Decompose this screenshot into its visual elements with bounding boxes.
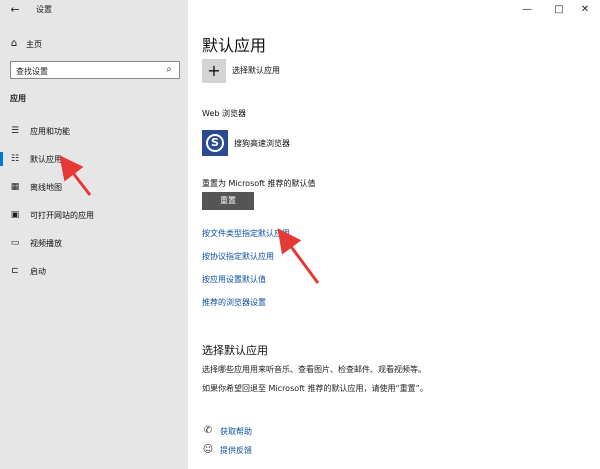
sidebar: ← 设置 ⌂ 主页 查找设置 ⌕ 应用 ☰ 应用和功能 ☷ 默认应用 ▦ 离线地…	[0, 0, 188, 469]
sidebar-item-label: 启动	[30, 266, 46, 276]
section-heading: 选择默认应用	[202, 344, 268, 357]
reset-description: 重置为 Microsoft 推荐的默认值	[202, 179, 316, 188]
sidebar-item-label: 默认应用	[30, 154, 62, 164]
link-by-protocol[interactable]: 按协议指定默认应用	[202, 251, 274, 262]
sidebar-item-startup[interactable]: ⊏ 启动	[0, 261, 188, 281]
feedback-icon: ☺	[202, 444, 214, 455]
sidebar-item-home[interactable]: ⌂ 主页	[8, 38, 42, 50]
help-icon: ✆	[203, 425, 213, 436]
feedback-link-label: 提供反馈	[220, 445, 252, 455]
help-link-label: 获取帮助	[220, 426, 252, 436]
give-feedback-link[interactable]: ☺ 提供反馈	[202, 444, 252, 456]
settings-window: ← 设置 ⌂ 主页 查找设置 ⌕ 应用 ☰ 应用和功能 ☷ 默认应用 ▦ 离线地…	[0, 0, 600, 469]
reset-button[interactable]: 重置	[202, 192, 254, 210]
sidebar-item-video-playback[interactable]: ▭ 视频播放	[0, 233, 188, 253]
sidebar-item-offline-maps[interactable]: ▦ 离线地图	[0, 177, 188, 197]
sidebar-item-apps-features[interactable]: ☰ 应用和功能	[0, 121, 188, 141]
maximize-icon[interactable]: □	[550, 2, 568, 18]
sidebar-item-label: 应用和功能	[30, 126, 70, 136]
web-apps-icon: ▣	[10, 210, 20, 220]
section-reset-note: 如果你希望回退至 Microsoft 推荐的默认应用，请使用“重置”。	[202, 384, 428, 393]
sidebar-item-label: 可打开网站的应用	[30, 210, 94, 220]
close-icon[interactable]: ✕	[576, 2, 594, 18]
web-browser-selector[interactable]: S 搜狗高速浏览器	[202, 130, 290, 156]
selection-indicator	[0, 152, 3, 166]
window-title: 设置	[36, 5, 52, 14]
sidebar-item-web-apps[interactable]: ▣ 可打开网站的应用	[0, 205, 188, 225]
search-input-value: 查找设置	[16, 67, 48, 76]
choose-default-app-button[interactable]: + 选择默认应用	[202, 59, 280, 83]
default-apps-icon: ☷	[10, 154, 20, 164]
apps-list-icon: ☰	[10, 126, 20, 136]
main-content: 默认应用 + 选择默认应用 Web 浏览器 S 搜狗高速浏览器 重置为 Micr…	[188, 0, 600, 469]
home-label: 主页	[26, 39, 42, 49]
search-icon[interactable]: ⌕	[163, 64, 175, 76]
plus-icon: +	[202, 59, 226, 83]
get-help-link[interactable]: ✆ 获取帮助	[202, 425, 252, 437]
web-browser-heading: Web 浏览器	[202, 109, 246, 118]
map-icon: ▦	[10, 182, 20, 192]
sogou-browser-icon: S	[202, 130, 228, 156]
page-title: 默认应用	[202, 36, 267, 55]
video-icon: ▭	[10, 238, 20, 248]
choose-default-app-label: 选择默认应用	[232, 66, 280, 75]
minimize-icon[interactable]: —	[518, 2, 536, 18]
sidebar-item-default-apps[interactable]: ☷ 默认应用	[0, 149, 188, 169]
sidebar-item-label: 离线地图	[30, 182, 62, 192]
startup-icon: ⊏	[11, 266, 19, 276]
link-by-app[interactable]: 按应用设置默认值	[202, 274, 266, 285]
sidebar-item-label: 视频播放	[30, 238, 62, 248]
back-arrow-icon[interactable]: ←	[8, 3, 22, 17]
section-description: 选择哪些应用用来听音乐、查看图片、检查邮件、观看视频等。	[202, 365, 426, 374]
sidebar-section-label: 应用	[10, 94, 26, 103]
link-recommended-browser[interactable]: 推荐的浏览器设置	[202, 297, 266, 308]
search-input[interactable]: 查找设置 ⌕	[10, 61, 180, 79]
browser-name: 搜狗高速浏览器	[234, 138, 290, 148]
home-icon: ⌂	[10, 38, 18, 49]
link-by-file-type[interactable]: 按文件类型指定默认应用	[202, 228, 290, 239]
